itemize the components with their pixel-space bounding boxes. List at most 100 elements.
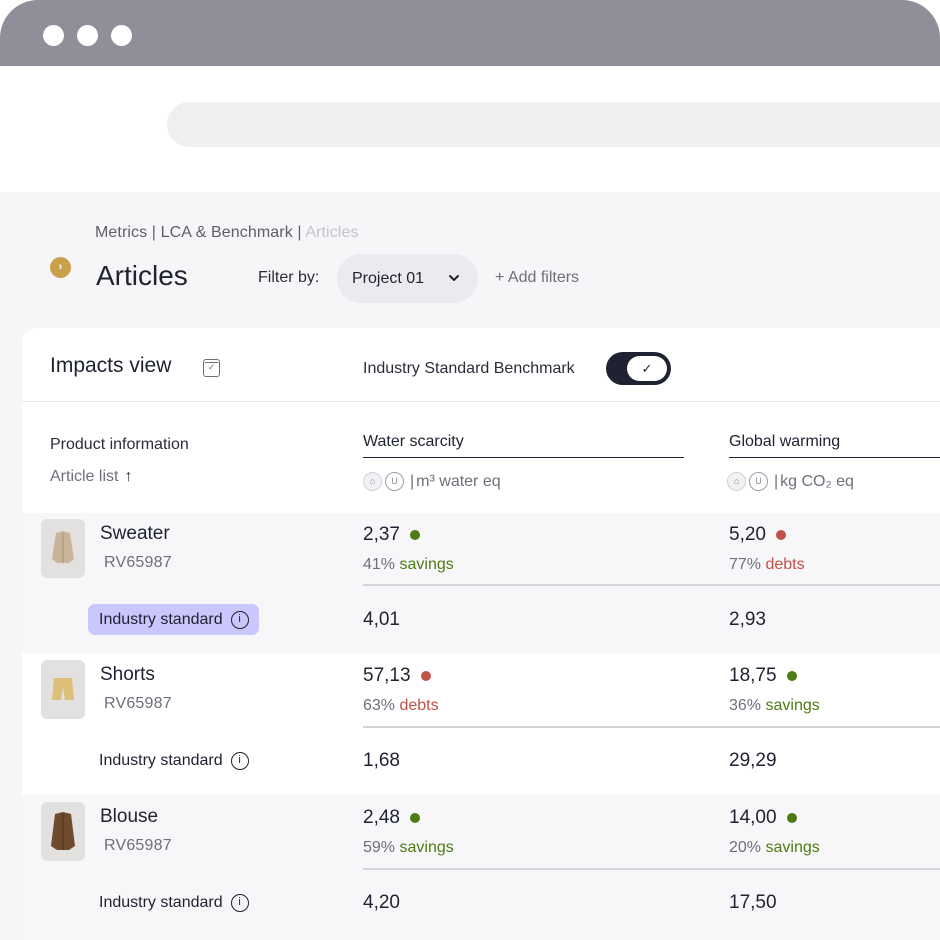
add-filters-button[interactable]: + Add filters [495,269,579,287]
water-unit-label: m³ water eq [416,472,501,490]
check-icon: ✓ [627,356,667,381]
breadcrumb-path[interactable]: Metrics | LCA & Benchmark | [95,224,302,241]
calendar-icon[interactable]: ✓ [203,359,220,377]
impacts-view-title: Impacts view [50,354,172,377]
water-value-text: 2,37 [363,524,400,545]
status-good-dot [409,813,420,823]
global-pct: 77% [729,556,762,573]
water-delta: 63% debts [363,697,439,715]
row-divider [363,726,940,728]
global-value: 14,00 [729,807,797,829]
product-name: Shorts [100,664,155,685]
product-name: Blouse [100,806,159,827]
filter-label: Filter by: [258,269,320,286]
info-icon[interactable]: i [230,894,249,912]
water-pct: 41% [363,556,396,573]
product-code: RV65987 [104,554,172,571]
window-maximize-dot[interactable] [111,25,132,46]
article-list-sort[interactable]: Article list ↑ [50,468,132,486]
expand-sidebar-chevron-icon[interactable]: › [50,257,71,278]
info-icon[interactable]: i [230,752,249,770]
product-row-sweater[interactable]: Sweater RV65987 2,37 41% savings 5,20 77… [22,513,940,653]
industry-standard-text: Industry standard [99,752,223,769]
standard-global-value: 2,93 [729,609,766,630]
row-divider [363,584,940,586]
global-value-text: 18,75 [729,665,777,686]
status-bad-dot [420,671,431,681]
standard-water-value: 4,20 [363,892,400,913]
water-pct: 59% [363,839,396,856]
water-unit: ⌂ U | m³ water eq [363,472,501,491]
global-delta: 36% savings [729,697,820,715]
global-value: 18,75 [729,665,797,687]
hanger-icon: ⌂ [727,472,746,491]
browser-toolbar [0,66,940,192]
global-delta: 77% debts [729,556,805,574]
product-row-blouse[interactable]: Blouse RV65987 2,48 59% savings 14,00 20… [22,795,940,940]
industry-standard-text: Industry standard [99,610,223,628]
breadcrumb-current: Articles [305,224,359,241]
hanger-icon: ⌂ [363,472,382,491]
global-warming-header[interactable]: Global warming [729,433,940,458]
global-value: 5,20 [729,524,786,546]
global-value-text: 14,00 [729,807,777,828]
impacts-card: Impacts view ✓ Industry Standard Benchma… [22,328,940,940]
industry-standard-label[interactable]: Industry standard i [99,752,249,770]
water-pct: 63% [363,697,396,714]
status-bad-dot [775,530,786,540]
product-code: RV65987 [104,837,172,854]
global-delta: 20% savings [729,839,820,857]
standard-water-value: 1,68 [363,750,400,771]
window-minimize-dot[interactable] [77,25,98,46]
project-filter-value: Project 01 [352,270,425,287]
water-value-text: 2,48 [363,807,400,828]
global-unit-label: kg CO₂ eq [780,472,854,490]
shorts-thumbnail [41,660,85,719]
global-pct: 20% [729,839,762,856]
window-close-dot[interactable] [43,25,64,46]
article-list-label: Article list [50,468,119,485]
standard-global-value: 29,29 [729,750,777,771]
global-note: savings [765,697,820,714]
product-name: Sweater [100,523,170,544]
breadcrumb: Metrics | LCA & Benchmark | Articles [95,224,359,242]
industry-standard-label-highlighted[interactable]: Industry standard i [88,604,259,635]
project-filter-select[interactable]: Project 01 [337,254,478,303]
global-note: debts [765,556,805,573]
industry-standard-text: Industry standard [99,894,223,911]
status-good-dot [786,671,797,681]
browser-title-bar [0,0,940,66]
water-value-text: 57,13 [363,665,411,686]
water-delta: 41% savings [363,556,454,574]
status-good-dot [409,530,420,540]
water-note: savings [399,556,454,573]
water-note: debts [399,697,439,714]
chevron-down-icon [448,254,460,323]
info-icon[interactable]: i [230,610,249,629]
status-good-dot [786,813,797,823]
unit-u-icon: U [385,472,404,491]
unit-u-icon: U [749,472,768,491]
standard-water-value: 4,01 [363,609,400,630]
product-info-header: Product information [50,436,189,453]
standard-global-value: 17,50 [729,892,777,913]
industry-standard-label[interactable]: Industry standard i [99,894,249,912]
water-value: 57,13 [363,665,431,687]
blouse-thumbnail [41,802,85,861]
water-scarcity-header[interactable]: Water scarcity [363,433,684,458]
water-delta: 59% savings [363,839,454,857]
app-content: Metrics | LCA & Benchmark | Articles › A… [0,192,940,940]
benchmark-toggle[interactable]: ✓ [606,352,671,385]
global-pct: 36% [729,697,762,714]
card-header: Impacts view ✓ Industry Standard Benchma… [22,328,940,402]
water-note: savings [399,839,454,856]
product-row-shorts[interactable]: Shorts RV65987 57,13 63% debts 18,75 36%… [22,653,940,795]
sweater-thumbnail [41,519,85,578]
page-title: Articles [96,260,188,291]
global-unit: ⌂ U | kg CO₂ eq [727,472,854,491]
water-value: 2,48 [363,807,420,829]
sort-arrow-up-icon: ↑ [124,468,133,485]
water-value: 2,37 [363,524,420,546]
address-bar[interactable] [167,102,940,147]
benchmark-label: Industry Standard Benchmark [363,360,575,377]
